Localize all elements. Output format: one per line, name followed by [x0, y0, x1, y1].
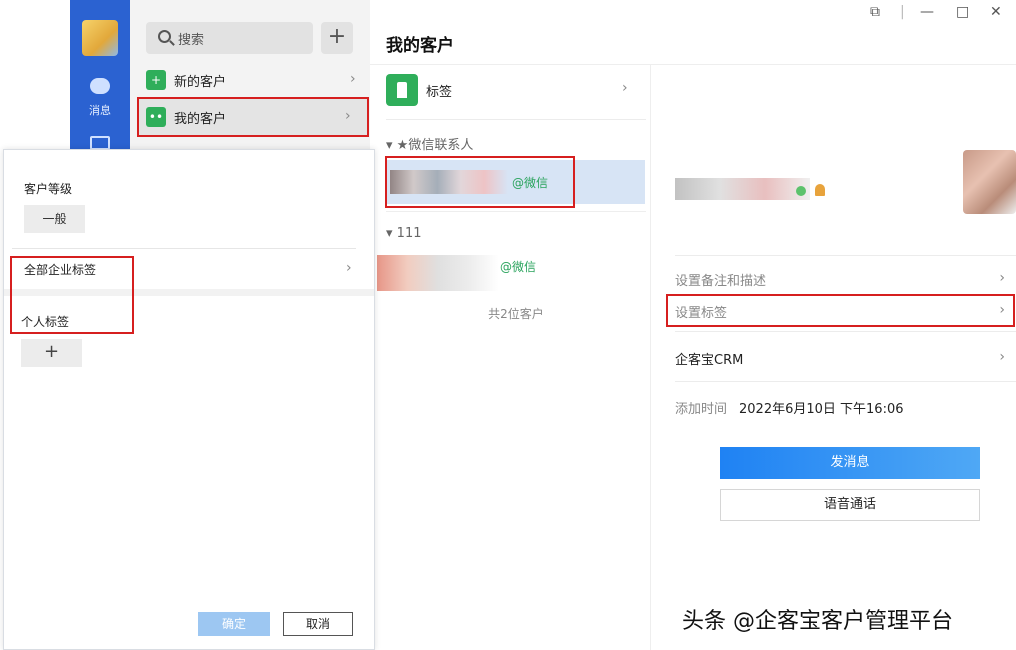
row-divider	[675, 255, 1016, 256]
send-message-button[interactable]: 发消息	[720, 447, 980, 479]
crm-row[interactable]: 企客宝CRM ›	[675, 341, 1005, 375]
search-input[interactable]: 搜索	[146, 22, 313, 54]
divider: |	[900, 4, 905, 20]
user-avatar[interactable]	[82, 20, 118, 56]
add-personal-tag-button[interactable]: +	[21, 339, 82, 367]
tag-picker-dialog: 客户等级 一般 全部企业标签 › 个人标签 + 确定 取消	[3, 149, 375, 650]
wechat-suffix: @微信	[500, 260, 537, 274]
row-divider	[675, 381, 1016, 382]
person-badge-icon	[815, 184, 825, 196]
group-header-111[interactable]: ▾ 111	[386, 226, 422, 241]
column-divider	[650, 64, 651, 650]
customer-grade-title: 客户等级	[24, 182, 73, 196]
customer-count: 共2位客户	[488, 307, 544, 321]
maximize-icon[interactable]: □	[956, 4, 969, 20]
watermark: 头条 @企客宝客户管理平台	[682, 609, 953, 634]
tag-icon	[386, 74, 418, 106]
remark-row[interactable]: 设置备注和描述 ›	[675, 262, 1005, 296]
chevron-right-icon: ›	[622, 80, 628, 96]
message-icon[interactable]	[90, 78, 110, 94]
group-header-wechat[interactable]: ▾ ★微信联系人	[386, 134, 473, 153]
chevron-right-icon: ›	[999, 270, 1005, 286]
restore-icon[interactable]: ⧉	[870, 4, 880, 20]
cancel-button[interactable]: 取消	[283, 612, 353, 636]
messages-label: 消息	[89, 104, 111, 117]
annotation-highlight	[385, 156, 575, 208]
mail-icon[interactable]	[90, 136, 110, 150]
voice-call-button[interactable]: 语音通话	[720, 489, 980, 521]
divider	[12, 248, 356, 249]
close-icon[interactable]: ✕	[990, 4, 1002, 20]
annotation-highlight	[137, 97, 369, 137]
add-time-value: 2022年6月10日 下午16:06	[739, 402, 904, 417]
add-time-label: 添加时间	[675, 402, 728, 417]
section-divider	[386, 119, 646, 120]
row-divider	[675, 331, 1016, 332]
section-divider	[386, 211, 646, 212]
chevron-right-icon: ›	[350, 71, 356, 87]
nav-new-customers[interactable]: + 新的客户 ›	[138, 62, 368, 98]
wechat-badge-icon	[796, 186, 806, 196]
caret-down-icon: ▾	[386, 226, 393, 241]
tags-row[interactable]: 标签 ›	[386, 74, 646, 106]
add-user-icon: +	[146, 70, 166, 90]
header-divider	[370, 64, 1016, 65]
blurred-customer-name[interactable]	[377, 255, 499, 291]
caret-down-icon: ▾	[386, 138, 393, 153]
search-placeholder: 搜索	[178, 33, 205, 48]
group-name: 111	[396, 226, 422, 241]
confirm-button[interactable]: 确定	[198, 612, 270, 636]
crm-label: 企客宝CRM	[675, 353, 744, 368]
customer-avatar[interactable]	[963, 150, 1016, 214]
minimize-icon[interactable]: —	[920, 4, 934, 20]
chevron-right-icon[interactable]: ›	[346, 260, 352, 276]
group-name: ★微信联系人	[396, 138, 474, 153]
blurred-customer-name	[675, 178, 810, 200]
window-controls: ⧉ | — □ ✕	[866, 4, 1012, 22]
search-icon	[158, 30, 171, 43]
remark-label: 设置备注和描述	[675, 274, 767, 289]
annotation-highlight	[10, 256, 134, 334]
nav-label: 新的客户	[174, 75, 227, 90]
annotation-highlight	[666, 294, 1015, 327]
chevron-right-icon: ›	[999, 349, 1005, 365]
add-button[interactable]: +	[321, 22, 353, 54]
tags-row-label: 标签	[426, 85, 453, 100]
page-title: 我的客户	[386, 36, 454, 56]
grade-chip[interactable]: 一般	[24, 205, 85, 233]
